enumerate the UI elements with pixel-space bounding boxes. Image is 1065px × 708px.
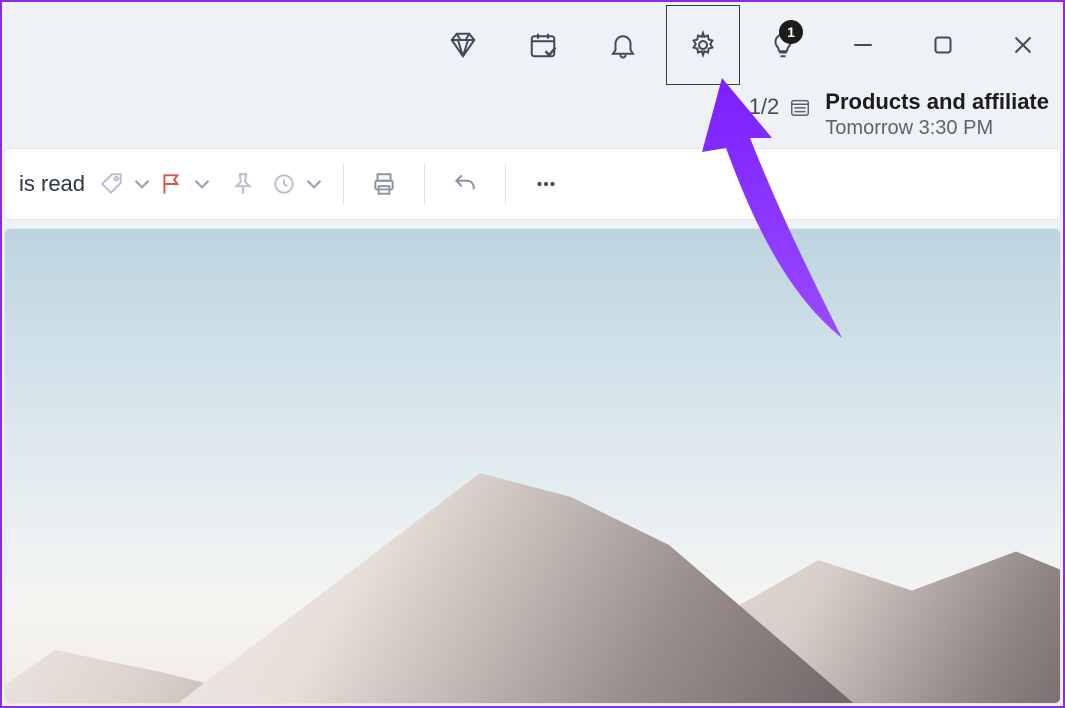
mark-as-read-button[interactable]: is read xyxy=(13,160,95,208)
clock-icon xyxy=(271,171,297,197)
settings-button[interactable] xyxy=(663,2,743,88)
notifications-button[interactable] xyxy=(583,2,663,88)
message-preview-pane xyxy=(4,228,1061,704)
minimize-button[interactable] xyxy=(823,2,903,88)
undo-button[interactable] xyxy=(441,160,489,208)
undo-icon xyxy=(452,171,478,197)
title-bar: 1 xyxy=(2,2,1063,88)
print-icon xyxy=(371,171,397,197)
premium-button[interactable] xyxy=(423,2,503,88)
bell-icon xyxy=(608,30,638,60)
upcoming-event[interactable]: Products and affiliate Tomorrow 3:30 PM xyxy=(825,88,1049,141)
chevron-down-icon xyxy=(301,171,327,197)
close-icon xyxy=(1008,30,1038,60)
calendar-check-icon xyxy=(528,30,558,60)
ellipsis-icon xyxy=(533,171,559,197)
calendar-check-button[interactable] xyxy=(503,2,583,88)
tips-badge: 1 xyxy=(779,20,803,44)
event-title: Products and affiliate xyxy=(825,88,1049,116)
event-time: Tomorrow 3:30 PM xyxy=(825,116,1049,141)
diamond-icon xyxy=(448,30,478,60)
chevron-down-icon xyxy=(189,171,215,197)
print-button[interactable] xyxy=(360,160,408,208)
minimize-icon xyxy=(848,30,878,60)
chevron-down-icon xyxy=(129,171,155,197)
mark-as-read-label: is read xyxy=(19,171,85,197)
pin-button[interactable] xyxy=(219,160,267,208)
gear-icon xyxy=(688,30,718,60)
flag-button[interactable] xyxy=(159,160,215,208)
item-counter[interactable]: 1/2 xyxy=(749,94,812,120)
message-toolbar: is read xyxy=(4,148,1061,220)
pin-icon xyxy=(230,171,256,197)
snooze-button[interactable] xyxy=(271,160,327,208)
toolbar-divider xyxy=(424,164,425,204)
toolbar-divider xyxy=(505,164,506,204)
counter-text: 1/2 xyxy=(749,94,780,120)
calendar-small-icon xyxy=(789,96,811,118)
close-button[interactable] xyxy=(983,2,1063,88)
tag-icon xyxy=(99,171,125,197)
tips-button[interactable]: 1 xyxy=(743,2,823,88)
flag-icon xyxy=(159,171,185,197)
maximize-icon xyxy=(928,30,958,60)
more-actions-button[interactable] xyxy=(522,160,570,208)
categorize-button[interactable] xyxy=(99,160,155,208)
agenda-bar: 1/2 Products and affiliate Tomorrow 3:30… xyxy=(2,88,1063,148)
maximize-button[interactable] xyxy=(903,2,983,88)
toolbar-divider xyxy=(343,164,344,204)
background-mountain xyxy=(165,473,865,704)
